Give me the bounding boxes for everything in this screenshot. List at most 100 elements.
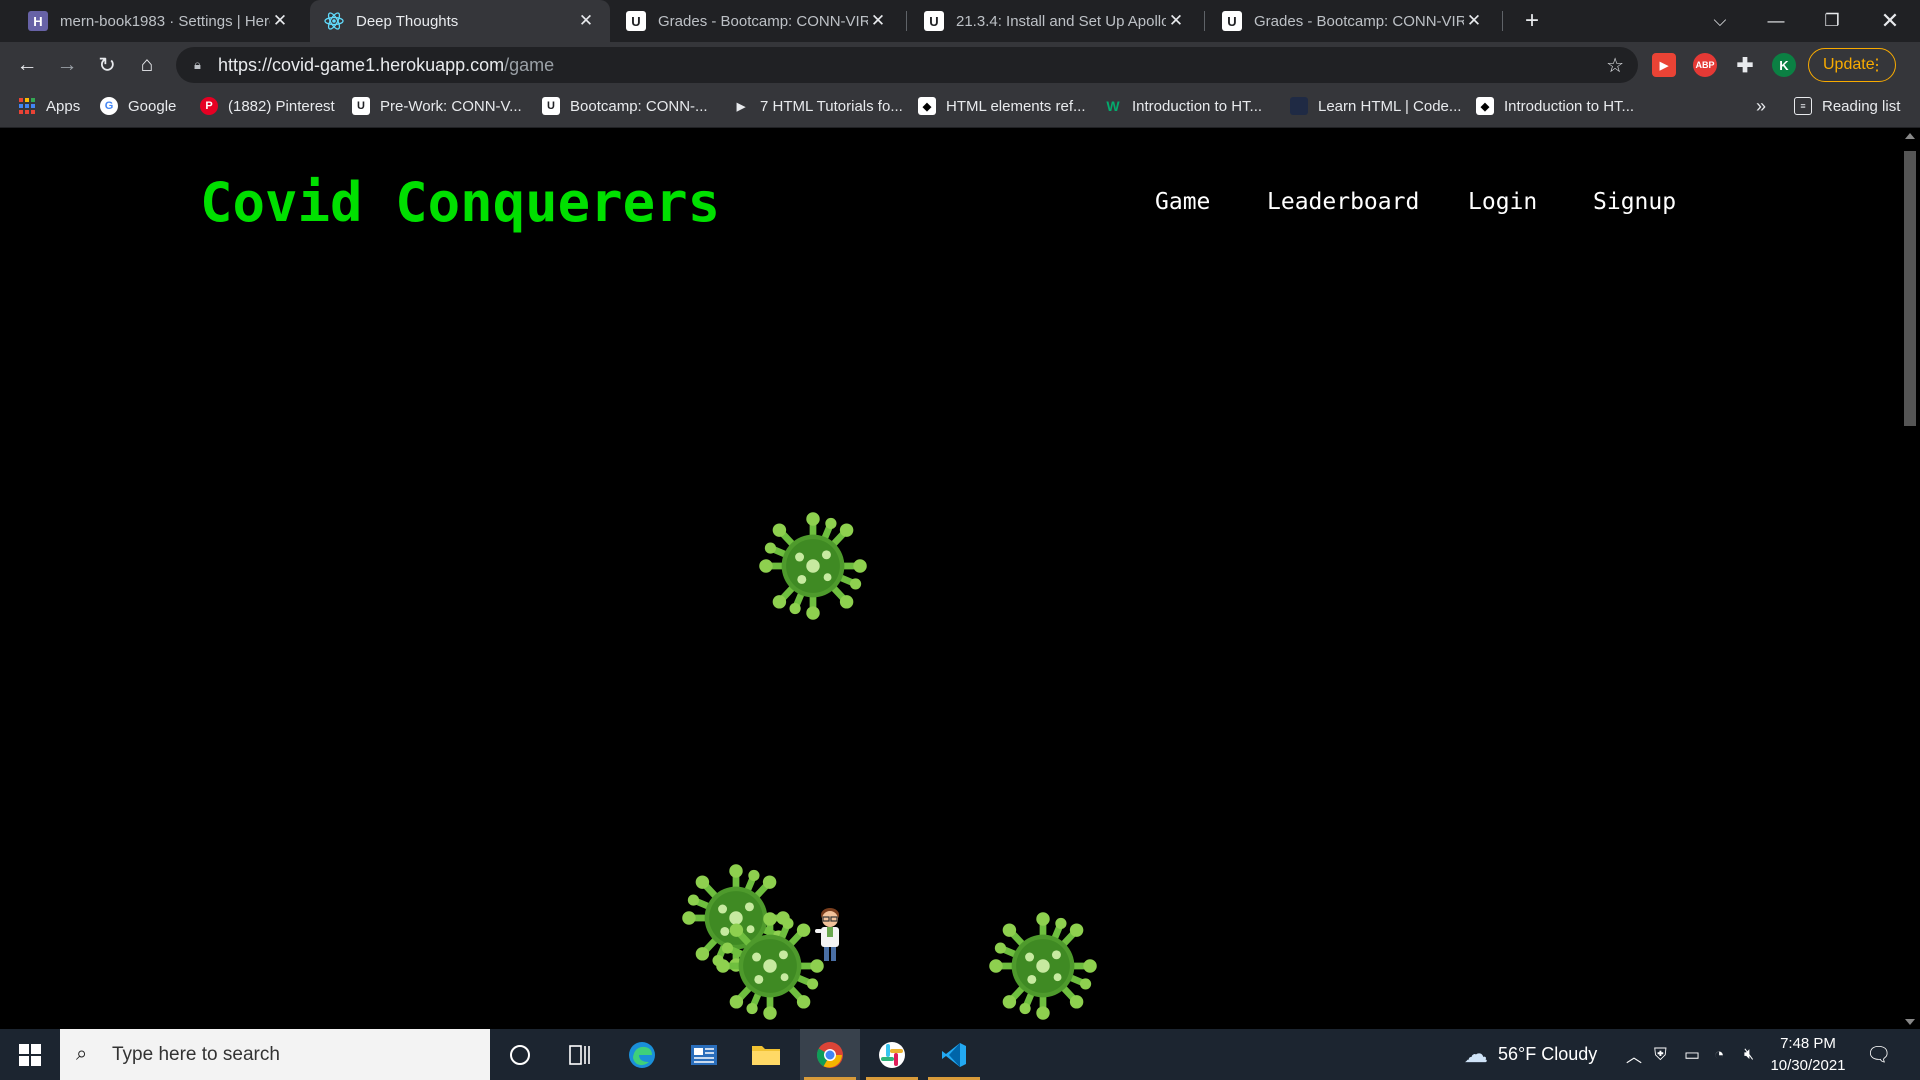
close-tab-icon[interactable]: ✕ [576,11,596,31]
tab-grades-2[interactable]: U Grades - Bootcamp: CONN-VIRT- ✕ [1208,0,1498,42]
nav-leaderboard[interactable]: Leaderboard [1267,189,1419,215]
notifications-icon[interactable]: 🗨︎ [1866,1029,1891,1080]
clock-time: 7:48 PM [1780,1035,1836,1052]
extensions-puzzle-icon[interactable]: ✚ [1733,53,1757,77]
bookmark-google[interactable]: G Google [100,88,176,124]
tab-heroku-settings[interactable]: H mern-book1983 · Settings | Herol ✕ [14,0,304,42]
tab-deep-thoughts[interactable]: Deep Thoughts ✕ [310,0,610,42]
bookmark-prework[interactable]: U Pre-Work: CONN-V... [352,88,522,124]
reading-list-button[interactable]: ≡ Reading list [1794,88,1900,124]
new-tab-button[interactable]: + [1504,0,1560,42]
scroll-up-arrow-icon[interactable] [1905,133,1915,139]
update-label: Update [1823,56,1875,73]
close-tab-icon[interactable]: ✕ [868,11,888,31]
bookmarks-overflow-chevron-icon[interactable]: » [1756,88,1766,124]
task-view-icon[interactable] [550,1029,610,1080]
close-tab-icon[interactable]: ✕ [1166,11,1186,31]
battery-icon[interactable]: ▭ [1684,1029,1700,1080]
page-scrollbar[interactable] [1900,129,1920,1029]
google-icon: G [100,97,118,115]
bookmark-html-elements[interactable]: ◆ HTML elements ref... [918,88,1085,124]
address-bar[interactable]: 🔒︎ https://covid-game1.herokuapp.com/gam… [176,47,1638,83]
slack-icon[interactable] [862,1029,922,1080]
bootcamp-icon: U [1222,11,1242,31]
tab-title: Grades - Bootcamp: CONN-VIRT- [1254,12,1464,30]
bookmark-label: Apps [46,97,81,115]
screencast-extension-icon[interactable]: ▶ [1652,53,1676,77]
react-icon [324,11,344,31]
chrome-taskbar-icon[interactable] [800,1029,860,1080]
mdn-icon: ◆ [1476,97,1494,115]
weather-text: 56°F Cloudy [1498,1044,1598,1064]
windows-logo-icon [19,1043,41,1066]
close-window-button[interactable]: ✕ [1862,0,1918,42]
tab-search-chevron-icon[interactable]: ⌵ [1692,0,1748,42]
bookmark-intro-html-2[interactable]: ◆ Introduction to HT... [1476,88,1634,124]
bookmark-label: Pre-Work: CONN-V... [380,97,522,115]
bookmark-pinterest[interactable]: P (1882) Pinterest [200,88,335,124]
mdn-icon: ◆ [918,97,936,115]
vscode-icon[interactable] [924,1029,984,1080]
bookmark-star-icon[interactable]: ☆ [1606,53,1624,78]
page-viewport: Covid Conquerers Game Leaderboard Login … [0,129,1900,1029]
scroll-down-arrow-icon[interactable] [1905,1019,1915,1025]
tab-grades-1[interactable]: U Grades - Bootcamp: CONN-VIRT- ✕ [612,0,902,42]
show-hidden-icons-chevron-icon[interactable]: ︿ [1626,1029,1642,1080]
bootcamp-icon: U [542,97,560,115]
volume-muted-icon[interactable]: 🔇︎ [1744,1029,1754,1080]
edge-browser-icon[interactable] [612,1029,672,1080]
browser-tab-strip: H mern-book1983 · Settings | Herol ✕ Dee… [0,0,1920,42]
close-tab-icon[interactable]: ✕ [1464,11,1484,31]
bootcamp-icon: U [626,11,646,31]
tab-separator [906,11,907,31]
taskbar-search-input[interactable]: ⌕ Type here to search [60,1029,490,1080]
nav-signup[interactable]: Signup [1593,189,1676,215]
bookmark-html-tutorials[interactable]: ▶ 7 HTML Tutorials fo... [732,88,903,124]
play-icon: ▶ [736,100,746,113]
taskbar-clock[interactable]: 7:48 PM 10/30/2021 [1760,1033,1856,1077]
bookmark-learn-html[interactable]: Learn HTML | Code... [1290,88,1461,124]
cortana-icon[interactable] [490,1029,550,1080]
reload-icon[interactable]: ↻ [89,47,125,83]
scientist-player-sprite [815,908,839,961]
file-explorer-icon[interactable] [736,1029,796,1080]
weather-widget[interactable]: ☁ 56°F Cloudy [1464,1029,1597,1080]
adblock-plus-icon[interactable]: ABP [1693,53,1717,77]
nav-login[interactable]: Login [1468,189,1537,215]
tab-title: mern-book1983 · Settings | Herol [60,12,270,30]
tab-title: Deep Thoughts [356,12,459,30]
minimize-button[interactable]: — [1748,0,1804,42]
url-text: https://covid-game1.herokuapp.com/game [218,54,555,75]
bookmark-bootcamp[interactable]: U Bootcamp: CONN-... [542,88,708,124]
heroku-icon: H [28,11,48,31]
nav-game[interactable]: Game [1155,189,1210,215]
windows-security-icon[interactable]: ⛨ [1654,1029,1667,1080]
search-placeholder: Type here to search [112,1043,280,1065]
browser-toolbar: ← → ↻ ⌂ 🔒︎ https://covid-game1.herokuapp… [0,42,1920,88]
bookmark-intro-html-1[interactable]: W Introduction to HT... [1104,88,1262,124]
apps-grid-icon [18,97,36,115]
profile-avatar[interactable]: K [1772,53,1796,77]
bookmark-label: Introduction to HT... [1504,97,1635,115]
news-app-icon[interactable] [674,1029,734,1080]
tab-title: 21.3.4: Install and Set Up Apollo C [956,12,1166,30]
windows-start-button[interactable] [0,1029,60,1080]
wifi-icon[interactable]: ◔ [1714,1029,1724,1080]
reading-list-icon: ≡ [1794,97,1812,115]
bookmark-apps[interactable]: Apps [18,88,80,124]
tab-apollo[interactable]: U 21.3.4: Install and Set Up Apollo C ✕ [910,0,1200,42]
forward-arrow-icon[interactable]: → [49,47,85,83]
restore-button[interactable]: ❐ [1804,0,1860,42]
bookmarks-bar: Apps G Google P (1882) Pinterest U Pre-W… [0,88,1920,128]
bootcamp-icon: U [352,97,370,115]
reading-list-label: Reading list [1822,97,1901,115]
update-button[interactable]: Update ⋮ [1808,48,1896,82]
tab-separator [1204,11,1205,31]
home-icon[interactable]: ⌂ [129,47,165,83]
close-tab-icon[interactable]: ✕ [270,11,290,31]
back-arrow-icon[interactable]: ← [9,47,45,83]
search-icon: ⌕ [76,1043,88,1065]
lock-icon: 🔒︎ [194,57,201,72]
scrollbar-thumb[interactable] [1904,151,1916,426]
tab-title: Grades - Bootcamp: CONN-VIRT- [658,12,868,30]
